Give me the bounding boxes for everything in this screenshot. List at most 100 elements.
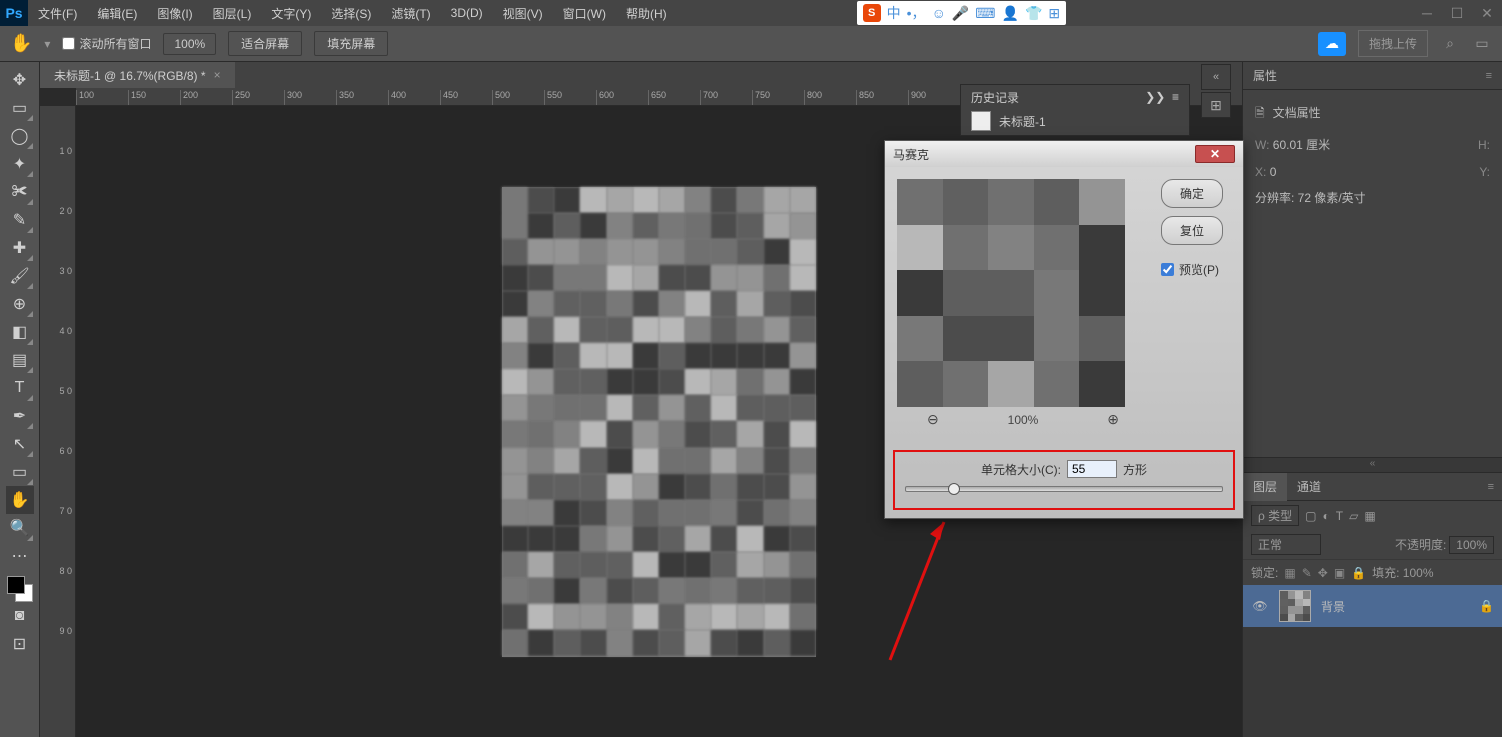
tab-close-icon[interactable]: × [214,68,221,82]
type-tool[interactable]: T [6,374,34,402]
marquee-tool[interactable]: ▭ [6,94,34,122]
panel-menu-icon[interactable]: ≡ [1486,70,1492,82]
mosaic-dialog[interactable]: 马赛克 ✕ ⊖ 100% ⊕ 确定 复位 预览(P) 单元格大小(C): 方形 [884,140,1244,519]
menu-type[interactable]: 文字(Y) [261,0,321,26]
eyedropper-tool[interactable]: ✎ [6,206,34,234]
menu-filter[interactable]: 滤镜(T) [381,0,440,26]
ime-mic-icon[interactable]: 🎤 [952,5,969,22]
color-swatch[interactable] [7,576,33,602]
ok-button[interactable]: 确定 [1161,179,1223,208]
cell-size-slider[interactable] [905,486,1223,492]
foreground-color[interactable] [7,576,25,594]
zoom-level[interactable]: 100% [163,33,216,55]
dialog-close-button[interactable]: ✕ [1195,145,1235,163]
healing-tool[interactable]: ✚ [6,234,34,262]
layers-menu-icon[interactable]: ≡ [1488,481,1502,493]
edit-toolbar[interactable]: ⋯ [6,542,34,570]
history-collapse-icon[interactable]: ❯❯ [1145,90,1165,104]
menu-window[interactable]: 窗口(W) [553,0,616,26]
screenmode-tool[interactable]: ⊡ [6,630,34,658]
ime-person-icon[interactable]: 👤 [1002,5,1019,22]
lasso-tool[interactable]: ◯ [6,122,34,150]
lock-pixels-icon[interactable]: ▦ [1284,566,1295,580]
menu-3d[interactable]: 3D(D) [441,0,493,26]
lock-artboard-icon[interactable]: ▣ [1334,566,1345,580]
filter-preview[interactable] [897,179,1125,407]
panel-divider[interactable]: « [1243,457,1502,473]
ime-punct-icon[interactable]: •， [907,3,926,23]
visibility-icon[interactable]: 👁 [1251,599,1269,613]
tab-layers[interactable]: 图层 [1243,473,1287,501]
pen-tool[interactable]: ✒ [6,402,34,430]
layer-name[interactable]: 背景 [1321,598,1345,615]
filter-adjust-icon[interactable]: ◐ [1323,509,1330,523]
search-icon[interactable]: ⌕ [1440,34,1460,54]
tool-preset-dropdown-icon[interactable]: ▾ [44,37,50,51]
stamp-tool[interactable]: ⊕ [6,290,34,318]
ime-keyboard-icon[interactable]: ⌨ [975,5,995,22]
hand-tool[interactable]: ✋ [6,486,34,514]
filter-shape-icon[interactable]: ▱ [1349,509,1358,523]
ime-emoji-icon[interactable]: ☺ [932,5,946,21]
history-menu-icon[interactable]: ≡ [1172,90,1179,104]
lock-all-icon[interactable]: 🔒 [1351,566,1366,580]
zoom-out-icon[interactable]: ⊖ [927,411,939,428]
filter-type-icon[interactable]: T [1336,509,1343,523]
layer-background[interactable]: 👁 背景 🔒 [1243,585,1502,627]
brush-tool[interactable]: 🖌 [6,262,34,290]
layer-filter-kind[interactable]: ρ 类型 [1251,505,1299,526]
tab-channels[interactable]: 通道 [1287,473,1331,501]
move-tool[interactable]: ✥ [6,66,34,94]
filter-smart-icon[interactable]: ▦ [1364,509,1375,523]
zoom-in-icon[interactable]: ⊕ [1107,411,1119,428]
history-item[interactable]: 未标题-1 [999,113,1046,130]
fill-value[interactable]: 100% [1403,566,1434,580]
slider-thumb[interactable] [948,483,960,495]
panel-collapse-icon[interactable]: « [1201,64,1231,90]
maximize-button[interactable]: ☐ [1442,4,1472,22]
reset-button[interactable]: 复位 [1161,216,1223,245]
menu-help[interactable]: 帮助(H) [616,0,677,26]
menu-image[interactable]: 图像(I) [147,0,202,26]
preview-checkbox[interactable]: 预览(P) [1161,261,1223,278]
menu-select[interactable]: 选择(S) [321,0,381,26]
dialog-titlebar[interactable]: 马赛克 ✕ [885,141,1243,167]
ruler-vertical[interactable]: 1 02 03 04 05 06 07 08 09 0 [40,106,76,737]
lock-position-icon[interactable]: ✥ [1318,566,1328,580]
properties-panel-tab[interactable]: 属性 ≡ [1243,62,1502,90]
scroll-all-checkbox[interactable]: 滚动所有窗口 [62,35,151,52]
shape-tool[interactable]: ▭ [6,458,34,486]
fill-screen-button[interactable]: 填充屏幕 [314,31,388,56]
cloud-icon[interactable]: ☁ [1318,32,1346,56]
ime-lang[interactable]: 中 [887,3,901,23]
path-select-tool[interactable]: ↖ [6,430,34,458]
zoom-tool[interactable]: 🔍 [6,514,34,542]
filter-image-icon[interactable]: ▢ [1305,509,1316,523]
blend-mode-select[interactable]: 正常 [1251,534,1321,555]
crop-tool[interactable]: ✀ [6,178,34,206]
quickmask-tool[interactable]: ◙ [6,602,34,630]
gradient-tool[interactable]: ▤ [6,346,34,374]
panel-dock-icon[interactable]: ⊞ [1201,92,1231,118]
drag-upload-button[interactable]: 拖拽上传 [1358,30,1428,57]
ime-toolbar[interactable]: S 中 •， ☺ 🎤 ⌨ 👤 👕 ⊞ [857,1,1066,25]
history-panel[interactable]: 历史记录 ❯❯ ≡ 未标题-1 [960,84,1190,136]
menu-file[interactable]: 文件(F) [28,0,87,26]
close-button[interactable]: ✕ [1472,4,1502,22]
menu-edit[interactable]: 编辑(E) [87,0,147,26]
cell-size-input[interactable] [1067,460,1117,478]
ime-grid-icon[interactable]: ⊞ [1048,5,1060,22]
quick-select-tool[interactable]: ✦ [6,150,34,178]
document-tab[interactable]: 未标题-1 @ 16.7%(RGB/8) * × [40,62,235,88]
ime-skin-icon[interactable]: 👕 [1025,5,1042,22]
eraser-tool[interactable]: ◧ [6,318,34,346]
layer-thumbnail[interactable] [1279,590,1311,622]
document-canvas[interactable] [502,187,816,657]
minimize-button[interactable]: ─ [1412,4,1442,22]
menu-view[interactable]: 视图(V) [493,0,553,26]
fit-screen-button[interactable]: 适合屏幕 [228,31,302,56]
opacity-value[interactable]: 100% [1449,536,1494,554]
lock-brush-icon[interactable]: ✎ [1302,566,1312,580]
preview-check-input[interactable] [1161,263,1174,276]
scroll-all-input[interactable] [62,37,75,50]
